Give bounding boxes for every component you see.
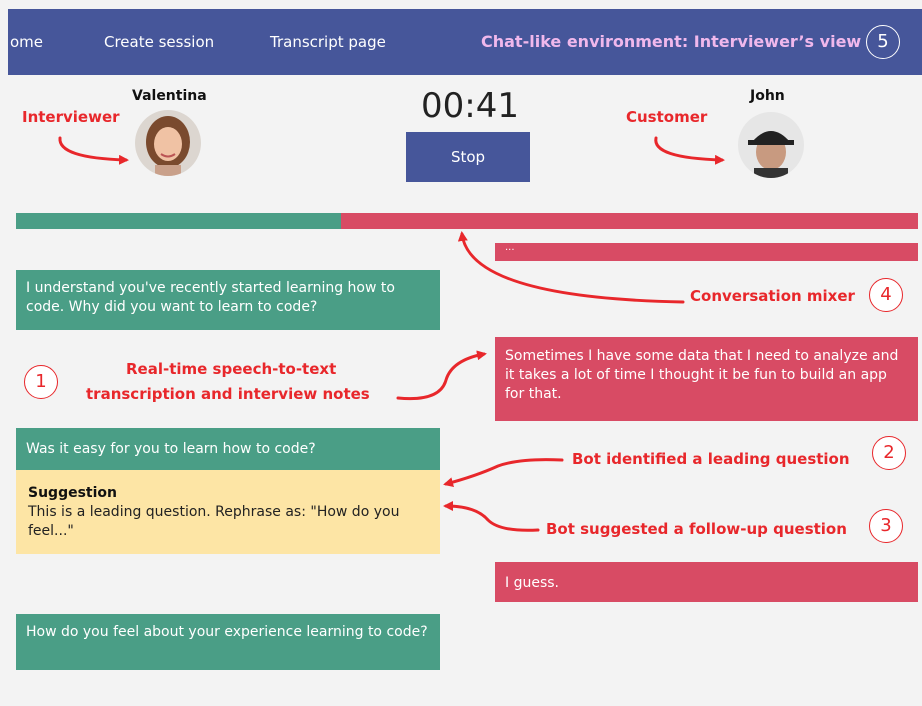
annotation-arrows: [58, 136, 725, 532]
arrow-transcription: [396, 350, 487, 401]
arrow-customer: [654, 136, 725, 165]
arrow-interviewer: [58, 136, 129, 165]
arrow-leading: [443, 458, 564, 488]
arrow-mixer: [457, 231, 685, 304]
arrow-followup: [443, 501, 540, 532]
